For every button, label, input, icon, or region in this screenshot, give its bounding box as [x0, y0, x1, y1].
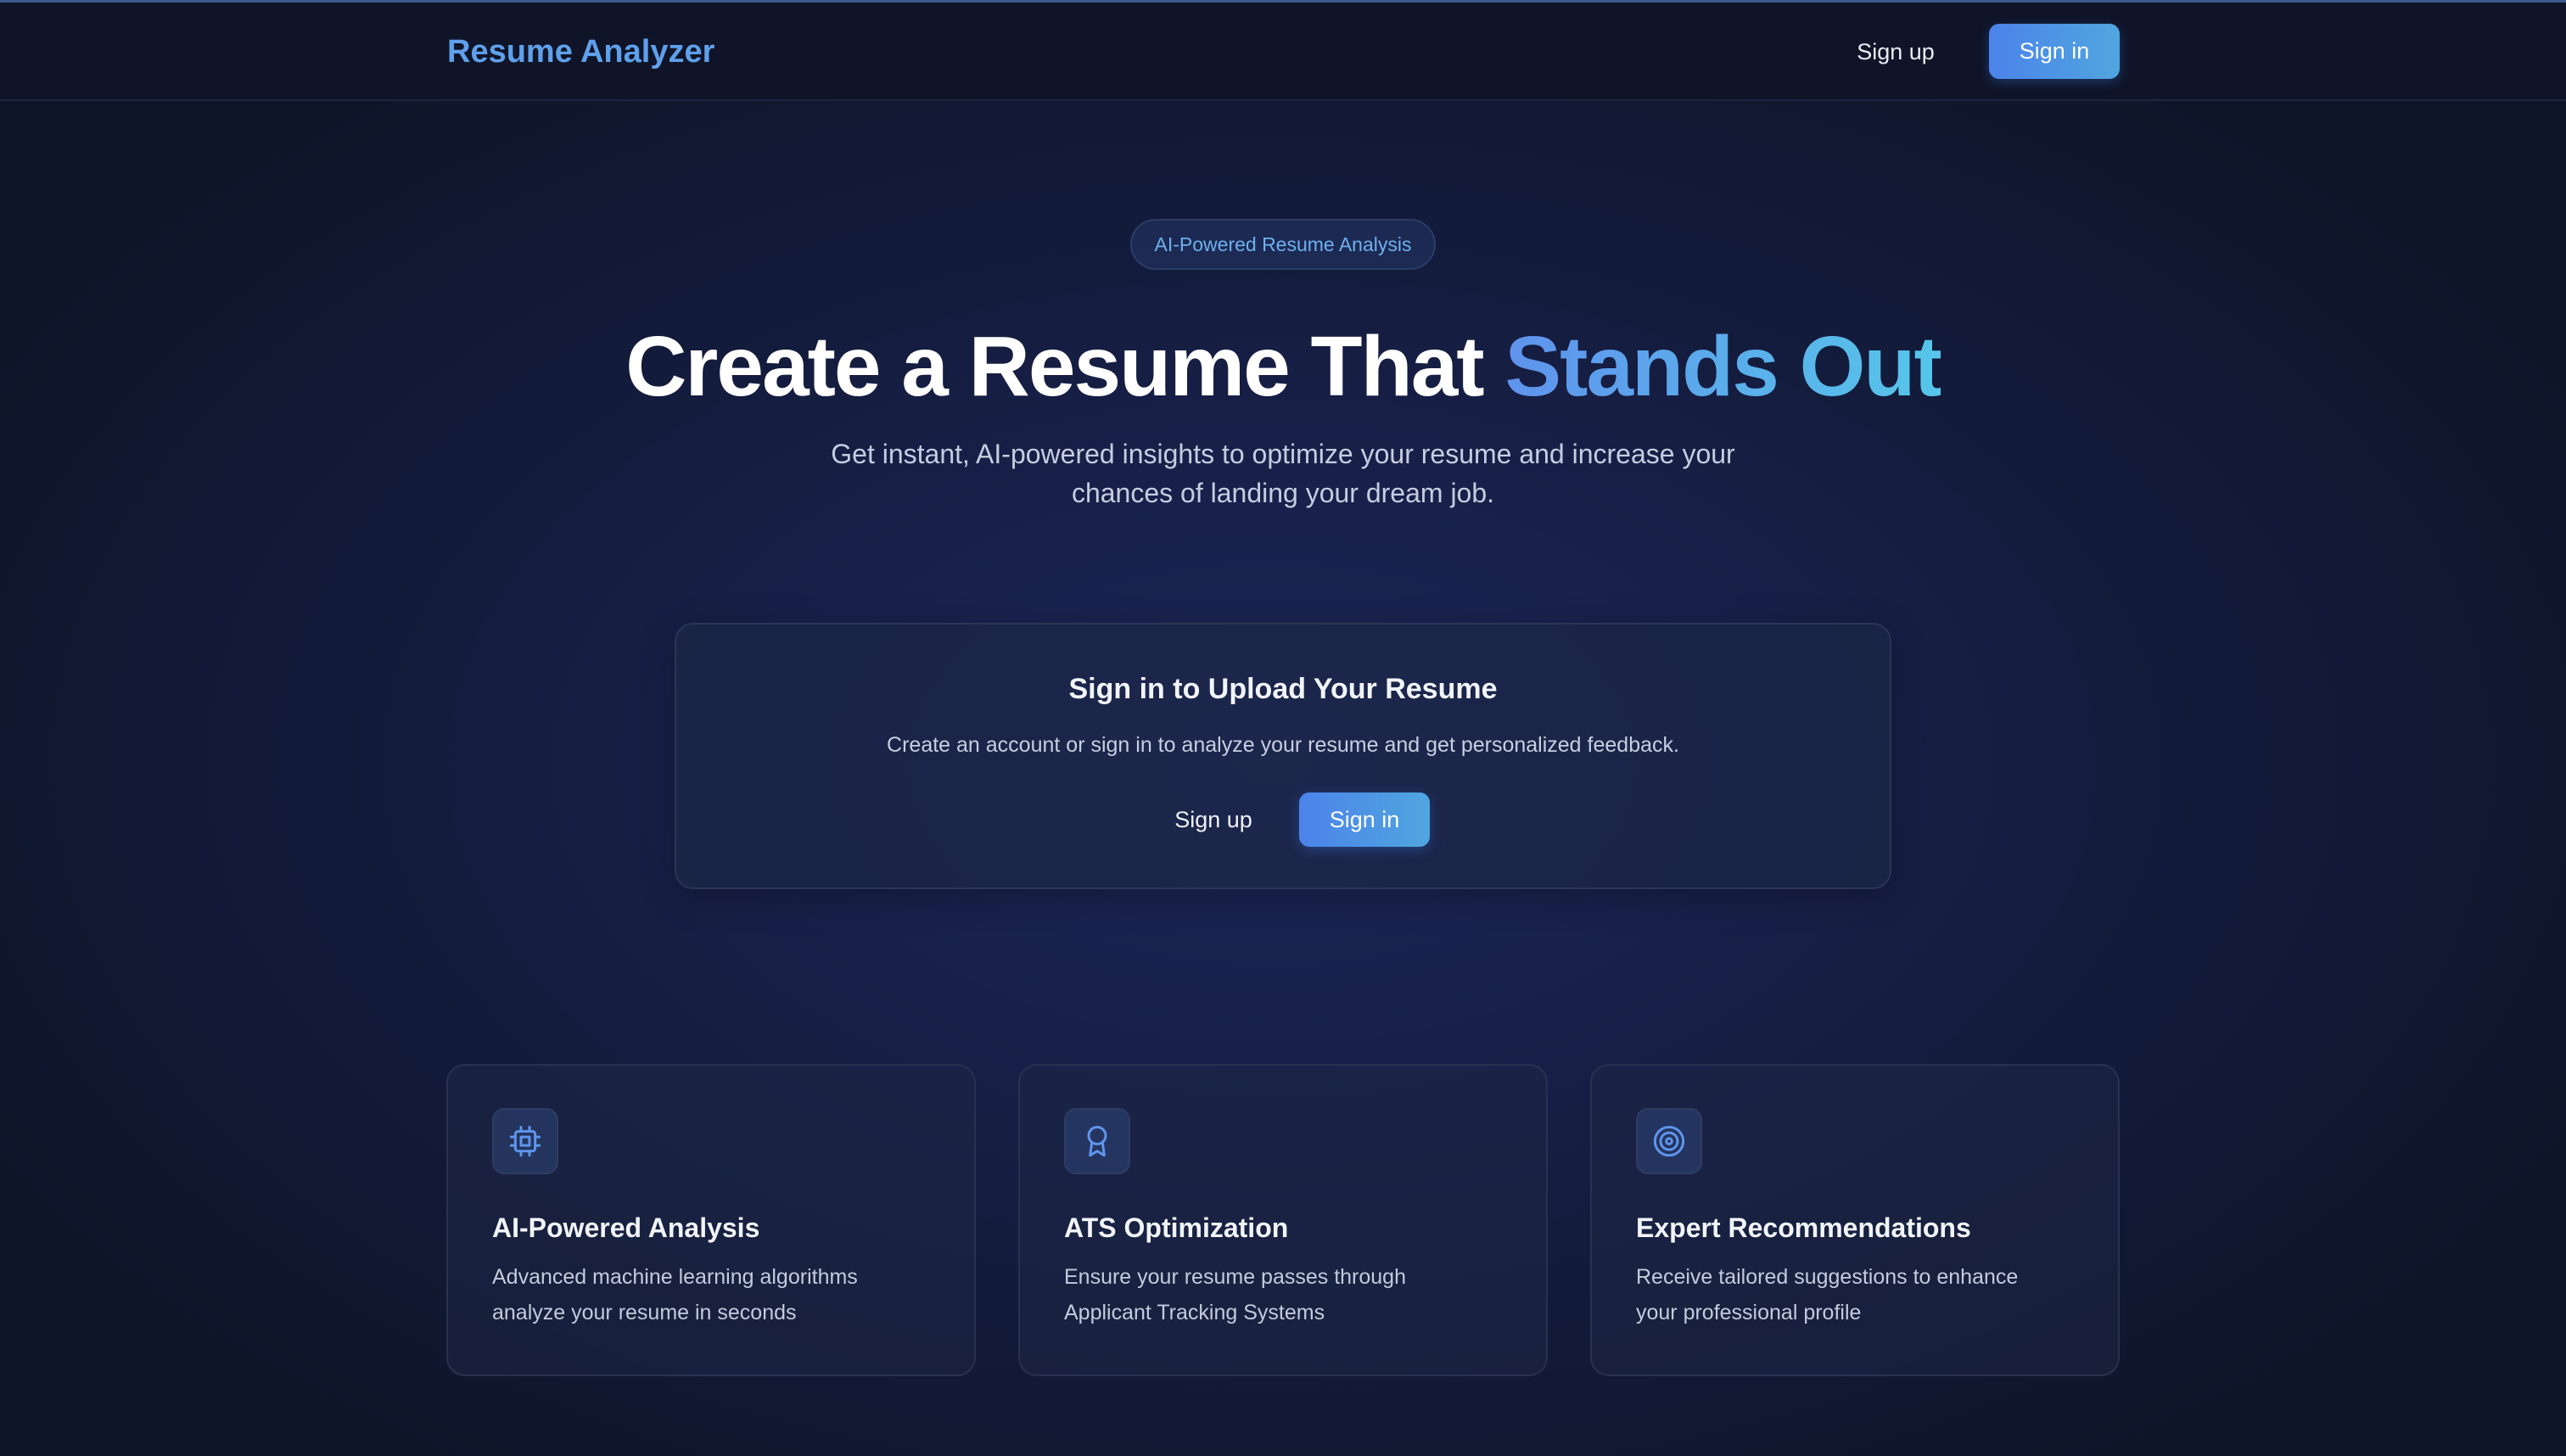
feature-description: Advanced machine learning algorithms ana… — [492, 1265, 858, 1324]
award-icon — [1064, 1108, 1130, 1174]
card-signin-button[interactable]: Sign in — [1299, 792, 1430, 847]
cpu-icon — [492, 1108, 558, 1174]
feature-title: ATS Optimization — [1064, 1212, 1289, 1243]
feature-card-expert-recommendations: Expert Recommendations Receive tailored … — [1590, 1064, 2120, 1376]
feature-card-ai-analysis: AI-Powered Analysis Advanced machine lea… — [446, 1064, 976, 1376]
nav-signin-button[interactable]: Sign in — [1989, 24, 2120, 79]
feature-card-ats-optimization: ATS Optimization Ensure your resume pass… — [1018, 1064, 1548, 1376]
hero-title-accent: Stands Out — [1504, 319, 1941, 414]
upload-card: Sign in to Upload Your Resume Create an … — [675, 623, 1891, 889]
hero-subtitle: Get instant, AI-powered insights to opti… — [831, 439, 1735, 508]
feature-description: Ensure your resume passes through Applic… — [1064, 1265, 1406, 1324]
upload-card-title: Sign in to Upload Your Resume — [1068, 673, 1498, 705]
nav-signup-button[interactable]: Sign up — [1831, 25, 1960, 79]
upload-card-description: Create an account or sign in to analyze … — [887, 733, 1679, 757]
target-icon — [1636, 1108, 1702, 1174]
navbar: Resume Analyzer Sign up Sign in — [0, 3, 2566, 101]
hero-title: Create a Resume That Stands Out — [0, 314, 2566, 419]
feature-title: AI-Powered Analysis — [492, 1212, 760, 1243]
feature-description: Receive tailored suggestions to enhance … — [1636, 1265, 2019, 1324]
card-signup-button[interactable]: Sign up — [1153, 792, 1274, 847]
hero-title-main: Create a Resume That — [625, 319, 1505, 414]
feature-title: Expert Recommendations — [1636, 1212, 1971, 1243]
brand-logo[interactable]: Resume Analyzer — [447, 30, 714, 74]
hero-badge: AI-Powered Resume Analysis — [1130, 219, 1436, 270]
